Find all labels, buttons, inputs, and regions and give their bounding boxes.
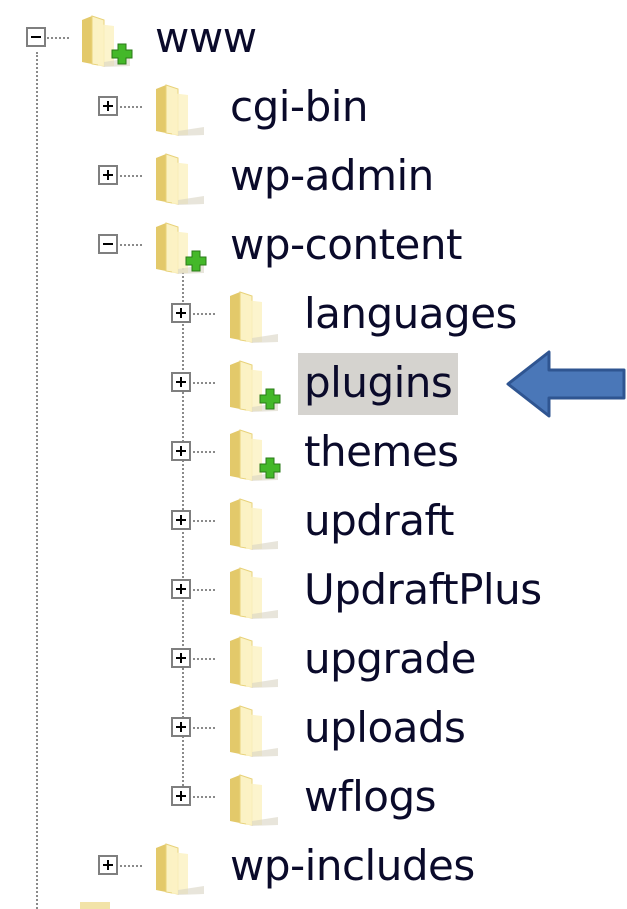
expand-toggle[interactable]	[98, 165, 118, 185]
folder-label-updraft[interactable]: updraft	[300, 491, 458, 553]
tree-row-wp-admin[interactable]: wp-admin	[0, 146, 627, 208]
folder-label-wp-content[interactable]: wp-content	[226, 215, 466, 277]
folder-icon	[152, 219, 210, 275]
collapse-toggle[interactable]	[98, 234, 118, 254]
collapse-toggle[interactable]	[26, 27, 46, 47]
folder-icon	[152, 840, 210, 896]
expand-toggle[interactable]	[171, 717, 191, 737]
folder-icon	[226, 426, 284, 482]
tree-row-languages[interactable]: languages	[0, 284, 627, 346]
folder-icon	[152, 150, 210, 206]
tree-row-wflogs[interactable]: wflogs	[0, 767, 627, 829]
folder-icon	[226, 702, 284, 758]
left-arrow-icon	[506, 350, 626, 418]
folder-label-languages[interactable]: languages	[300, 284, 521, 346]
folder-label-uploads[interactable]: uploads	[300, 698, 469, 760]
folder-icon	[78, 12, 136, 68]
folder-label-cgi-bin[interactable]: cgi-bin	[226, 77, 372, 139]
folder-tree: www cgi-bin wp-admin wp-content language…	[0, 0, 627, 909]
folder-label-wp-includes[interactable]: wp-includes	[226, 836, 479, 898]
partial-folder-icon	[80, 902, 110, 909]
folder-label-upgrade[interactable]: upgrade	[300, 629, 480, 691]
folder-label-www[interactable]: www	[151, 8, 261, 70]
expand-toggle[interactable]	[171, 441, 191, 461]
tree-row-updraft[interactable]: updraft	[0, 491, 627, 553]
folder-icon	[226, 495, 284, 551]
folder-label-updraftplus[interactable]: UpdraftPlus	[300, 560, 546, 622]
tree-row-uploads[interactable]: uploads	[0, 698, 627, 760]
expand-toggle[interactable]	[171, 510, 191, 530]
expand-toggle[interactable]	[171, 579, 191, 599]
folder-icon	[226, 771, 284, 827]
expand-toggle[interactable]	[171, 303, 191, 323]
tree-row-upgrade[interactable]: upgrade	[0, 629, 627, 691]
folder-icon	[152, 81, 210, 137]
tree-row-wp-content[interactable]: wp-content	[0, 215, 627, 277]
expand-toggle[interactable]	[171, 372, 191, 392]
expand-toggle[interactable]	[171, 786, 191, 806]
folder-label-plugins[interactable]: plugins	[298, 353, 459, 415]
expand-toggle[interactable]	[98, 96, 118, 116]
tree-row-wp-includes[interactable]: wp-includes	[0, 836, 627, 898]
expand-toggle[interactable]	[98, 855, 118, 875]
folder-icon	[226, 357, 284, 413]
tree-row-updraftplus[interactable]: UpdraftPlus	[0, 560, 627, 622]
tree-row-themes[interactable]: themes	[0, 422, 627, 484]
folder-icon	[226, 288, 284, 344]
folder-icon	[226, 564, 284, 620]
folder-label-wp-admin[interactable]: wp-admin	[226, 146, 438, 208]
expand-toggle[interactable]	[171, 648, 191, 668]
folder-icon	[226, 633, 284, 689]
tree-row-cgi-bin[interactable]: cgi-bin	[0, 77, 627, 139]
folder-label-themes[interactable]: themes	[300, 422, 463, 484]
folder-label-wflogs[interactable]: wflogs	[300, 767, 440, 829]
tree-row-www[interactable]: www	[0, 8, 627, 70]
